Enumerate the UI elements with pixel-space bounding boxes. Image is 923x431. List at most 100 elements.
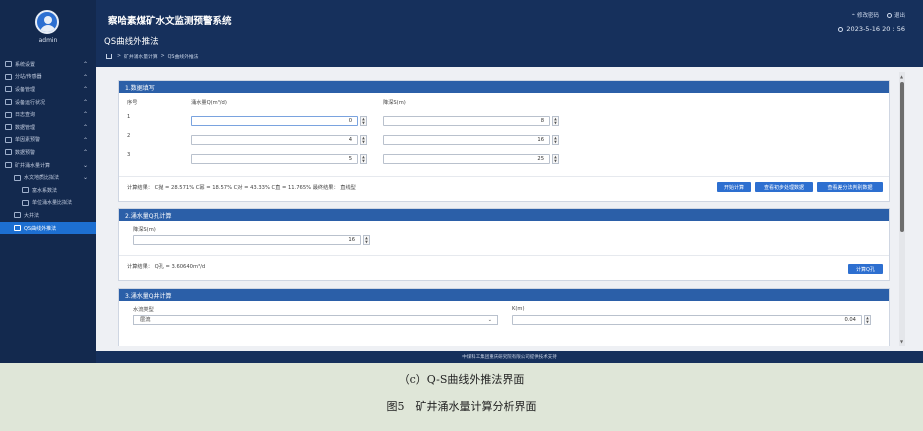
q-stepper[interactable]: ▲ ▼ [360,135,367,145]
s-input[interactable]: 8 [383,116,550,126]
calc-q-hole-button[interactable]: 计算Q孔 [848,264,883,274]
chevron-up-icon: ⌃ [82,111,88,119]
sidebar-item-label: 设备管理 [15,86,36,93]
vertical-scrollbar[interactable]: ▲ ▼ [899,72,905,346]
q-input[interactable]: 4 [191,135,358,145]
col-header-q: 涌水量Q(m³/d) [191,100,227,106]
sidebar-menu: 系统设置 ⌃ 分站/传感器 ⌃ 设备管理 ⌃ 设备运行状况 ⌃ 日志查询 ⌃ 数… [0,58,96,235]
calc-result: 计算结果： Q孔 = 3.60640m³/d [127,264,206,270]
s-stepper[interactable]: ▲ ▼ [552,116,559,126]
q-hole-panel: 2.涌水量Q孔计算 降深S(m) 16 ▲ ▼ 计算结果： Q孔 = 3.6064… [118,208,890,281]
k-input[interactable]: 0.04 [512,315,862,325]
key-icon: ⌁ [851,12,855,18]
sidebar-item-data-warning[interactable]: 数据预警 ⌃ [0,146,96,159]
q-stepper[interactable]: ▲ ▼ [360,116,367,126]
sidebar-item-label: 分站/传感器 [15,74,42,81]
q-stepper[interactable]: ▲ ▼ [360,154,367,164]
sidebar-item-system-settings[interactable]: 系统设置 ⌃ [0,58,96,71]
drawdown-stepper[interactable]: ▲ ▼ [363,235,370,245]
calculator-icon [5,162,12,169]
stepper-down-icon: ▼ [554,159,557,163]
sidebar-item-label: 系统设置 [15,61,36,68]
s-input[interactable]: 16 [383,135,550,145]
sidebar-item-qs-curve[interactable]: QS曲线外推法 [0,221,96,235]
sidebar-item-hydro-analogy[interactable]: 水文地质比拟法 ⌄ [0,171,96,184]
sidebar-item-mine-water-calc[interactable]: 矿井涌水量计算 ⌄ [0,159,96,172]
chevron-up-icon: ⌃ [82,73,88,81]
panel-header: 2.涌水量Q孔计算 [119,209,889,221]
col-header-index: 序号 [127,100,138,106]
label-drawdown: 降深S(m) [133,227,156,233]
label-k: K(m) [512,306,525,312]
sidebar-item-water-rich-coefficient[interactable]: 富水系数法 [0,184,96,197]
s-stepper[interactable]: ▲ ▼ [552,154,559,164]
stepper-down-icon: ▼ [554,121,557,125]
row-index: 1 [127,114,131,120]
stepper-down-icon: ▼ [362,121,365,125]
flow-type-select[interactable]: 层流 ⌄ [133,315,498,325]
sidebar-item-label: 水文地质比拟法 [24,175,60,182]
sidebar-item-label: 单位涌水量比拟法 [32,200,73,207]
view-preprocess-button[interactable]: 查看初步处理数据 [755,182,813,192]
scroll-up-icon[interactable]: ▲ [900,74,903,79]
q-well-panel: 3.涌水量Q井计算 水流类型 层流 ⌄ K(m) 0.04 ▲ ▼ [118,288,890,346]
document-icon [14,225,21,232]
header: 察哈素煤矿水文监测预警系统 QS曲线外推法 > 矿井涌水量计算 > QS曲线外推… [96,0,923,67]
chevron-up-icon: ⌃ [82,149,88,157]
alert-icon [5,149,12,156]
sidebar-item-label: 大井法 [24,212,40,219]
stepper-down-icon: ▼ [365,240,368,244]
sidebar-item-label: 单因素预警 [15,137,41,144]
stepper-down-icon: ▼ [362,140,365,144]
sidebar: admin 系统设置 ⌃ 分站/传感器 ⌃ 设备管理 ⌃ 设备运行状况 ⌃ 日志… [0,0,96,363]
chevron-up-icon: ⌃ [82,86,88,94]
sidebar-item-unit-inflow-analogy[interactable]: 单位涌水量比拟法 [0,197,96,210]
scrollbar-thumb[interactable] [900,82,904,232]
sidebar-item-device-management[interactable]: 设备管理 ⌃ [0,83,96,96]
chevron-down-icon: ⌄ [82,161,88,169]
sidebar-item-label: 矿井涌水量计算 [15,162,51,169]
main-content: 1.数据填写 序号 涌水量Q(m³/d) 降深S(m) 1 0 ▲ ▼ 8 ▲ ▼ … [110,72,899,346]
sidebar-item-device-status[interactable]: 设备运行状况 ⌃ [0,96,96,109]
document-icon [22,199,29,206]
drawdown-input[interactable]: 16 [133,235,361,245]
sidebar-item-station-sensor[interactable]: 分站/传感器 ⌃ [0,71,96,84]
warning-icon [5,136,12,143]
breadcrumb-separator: > [117,54,122,59]
panel-header: 1.数据填写 [119,81,889,93]
sidebar-item-label: 设备运行状况 [15,99,46,106]
database-icon [5,124,12,131]
panel-header: 3.涌水量Q井计算 [119,289,889,301]
row-index: 2 [127,133,131,139]
sensor-icon [5,73,12,80]
q-input[interactable]: 5 [191,154,358,164]
start-calc-button[interactable]: 开始计算 [717,182,751,192]
q-input[interactable]: 0 [191,116,358,126]
document-icon [22,187,29,194]
sidebar-item-big-well[interactable]: 大井法 [0,209,96,222]
sidebar-item-single-factor-warning[interactable]: 单因素预警 ⌃ [0,134,96,147]
log-icon [5,111,12,118]
sidebar-item-log-query[interactable]: 日志查询 ⌃ [0,108,96,121]
view-diff-button[interactable]: 查看差分法判别数据 [817,182,883,192]
k-stepper[interactable]: ▲ ▼ [864,315,871,325]
sidebar-item-data-management[interactable]: 数据管理 ⌃ [0,121,96,134]
avatar-body-shape [40,25,56,32]
row-index: 3 [127,152,131,158]
s-input[interactable]: 25 [383,154,550,164]
breadcrumb-separator: > [160,54,165,59]
label-flow-type: 水流类型 [133,307,154,313]
stepper-down-icon: ▼ [554,140,557,144]
settings-icon [5,61,12,68]
scroll-down-icon[interactable]: ▼ [900,339,903,344]
home-icon[interactable] [106,54,112,59]
breadcrumb-item[interactable]: 矿井涌水量计算 [124,53,158,60]
col-header-s: 降深S(m) [383,100,406,106]
system-title: 察哈素煤矿水文监测预警系统 [108,16,232,27]
logout-button[interactable]: 退出 [886,11,905,19]
avatar[interactable] [35,10,59,34]
change-password-button[interactable]: ⌁ 修改密码 [852,11,879,19]
change-password-label: 修改密码 [856,13,879,19]
footer: 中煤科工集团重庆研究院有限公司提供技术支持 [96,351,923,363]
s-stepper[interactable]: ▲ ▼ [552,135,559,145]
